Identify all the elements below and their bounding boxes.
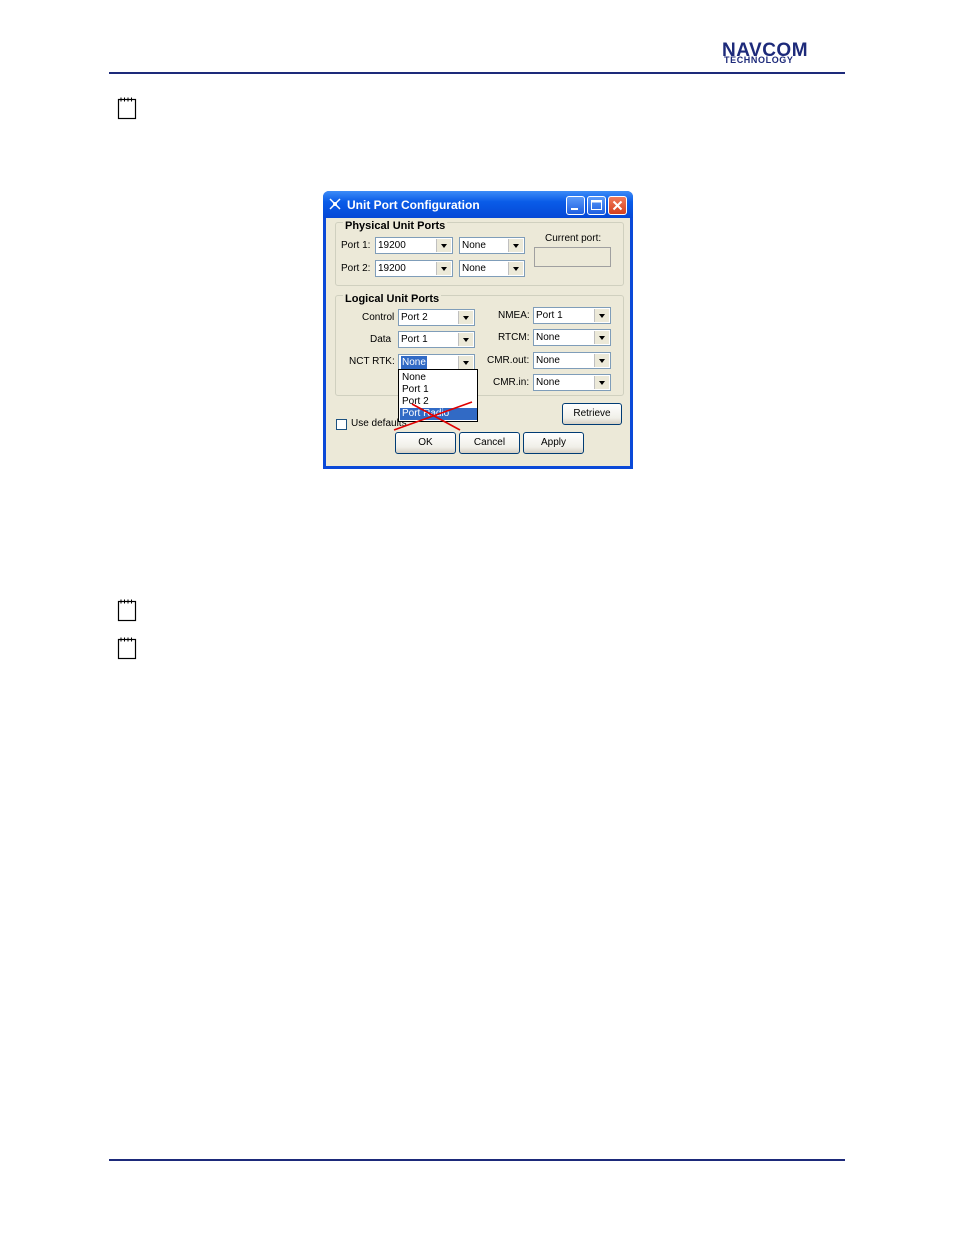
control-label: Control — [362, 312, 395, 323]
data-label: Data — [370, 334, 392, 345]
current-port-label: Current port: — [545, 233, 602, 244]
chevron-down-icon[interactable] — [594, 331, 609, 344]
chevron-down-icon[interactable] — [436, 239, 451, 252]
nctrtk-value: None — [401, 356, 427, 369]
chevron-down-icon[interactable] — [458, 333, 473, 346]
rtcm-label: RTCM: — [498, 332, 530, 343]
footer-rule — [109, 1159, 845, 1161]
dropdown-option-none[interactable]: None — [400, 372, 477, 384]
strike-through-annotation — [393, 401, 473, 431]
port2-baud-select[interactable]: 19200 — [375, 260, 453, 277]
cmrout-label: CMR.out: — [487, 355, 530, 366]
rtcm-select[interactable]: None — [533, 329, 611, 346]
retrieve-button[interactable]: Retrieve — [562, 403, 622, 425]
chevron-down-icon[interactable] — [508, 262, 523, 275]
use-defaults-checkbox[interactable] — [336, 419, 347, 430]
chevron-down-icon[interactable] — [436, 262, 451, 275]
data-value: Port 1 — [401, 334, 428, 345]
chevron-down-icon[interactable] — [458, 356, 473, 369]
cancel-button[interactable]: Cancel — [459, 432, 520, 454]
logo-subtitle: TECHNOLOGY — [724, 55, 794, 65]
cmrout-select[interactable]: None — [533, 352, 611, 369]
close-icon — [612, 200, 623, 211]
unit-port-config-dialog: Unit Port Configuration Physical Unit Po… — [323, 191, 633, 469]
cmrout-value: None — [536, 355, 560, 366]
physical-ports-label: Physical Unit Ports — [343, 220, 448, 232]
cmrin-label: CMR.in: — [493, 377, 530, 388]
current-port-field — [534, 247, 611, 267]
dropdown-option-port1[interactable]: Port 1 — [400, 384, 477, 396]
logical-ports-label: Logical Unit Ports — [343, 293, 442, 305]
dialog-client: Physical Unit Ports Port 1: 19200 None C… — [326, 218, 630, 466]
maximize-icon — [591, 200, 602, 210]
port1-baud-value: 19200 — [378, 240, 406, 251]
nmea-label: NMEA: — [498, 310, 530, 321]
nctrtk-label: NCT RTK: — [349, 356, 395, 367]
header-rule — [109, 72, 845, 74]
dialog-titlebar[interactable]: Unit Port Configuration — [323, 191, 633, 218]
maximize-button[interactable] — [587, 196, 606, 215]
minimize-button[interactable] — [566, 196, 585, 215]
port2-mode-select[interactable]: None — [459, 260, 525, 277]
nmea-value: Port 1 — [536, 310, 563, 321]
close-button[interactable] — [608, 196, 627, 215]
port2-baud-value: 19200 — [378, 263, 406, 274]
chevron-down-icon[interactable] — [594, 376, 609, 389]
port2-label: Port 2: — [341, 263, 371, 274]
port1-mode-value: None — [462, 240, 486, 251]
navcom-logo: NAVCOM TECHNOLOGY — [722, 41, 844, 65]
port2-mode-value: None — [462, 263, 486, 274]
ok-button[interactable]: OK — [395, 432, 456, 454]
cmrin-value: None — [536, 377, 560, 388]
control-select[interactable]: Port 2 — [398, 309, 475, 326]
port1-mode-select[interactable]: None — [459, 237, 525, 254]
dialog-title: Unit Port Configuration — [347, 198, 480, 212]
app-icon — [329, 198, 341, 210]
port1-baud-select[interactable]: 19200 — [375, 237, 453, 254]
chevron-down-icon[interactable] — [594, 309, 609, 322]
chevron-down-icon[interactable] — [508, 239, 523, 252]
chevron-down-icon[interactable] — [458, 311, 473, 324]
note-icon — [117, 599, 137, 622]
control-value: Port 2 — [401, 312, 428, 323]
nmea-select[interactable]: Port 1 — [533, 307, 611, 324]
rtcm-value: None — [536, 332, 560, 343]
chevron-down-icon[interactable] — [594, 354, 609, 367]
data-select[interactable]: Port 1 — [398, 331, 475, 348]
cmrin-select[interactable]: None — [533, 374, 611, 391]
minimize-icon — [571, 208, 578, 210]
port1-label: Port 1: — [341, 240, 371, 251]
apply-button[interactable]: Apply — [523, 432, 584, 454]
note-icon — [117, 97, 137, 120]
note-icon — [117, 637, 137, 660]
